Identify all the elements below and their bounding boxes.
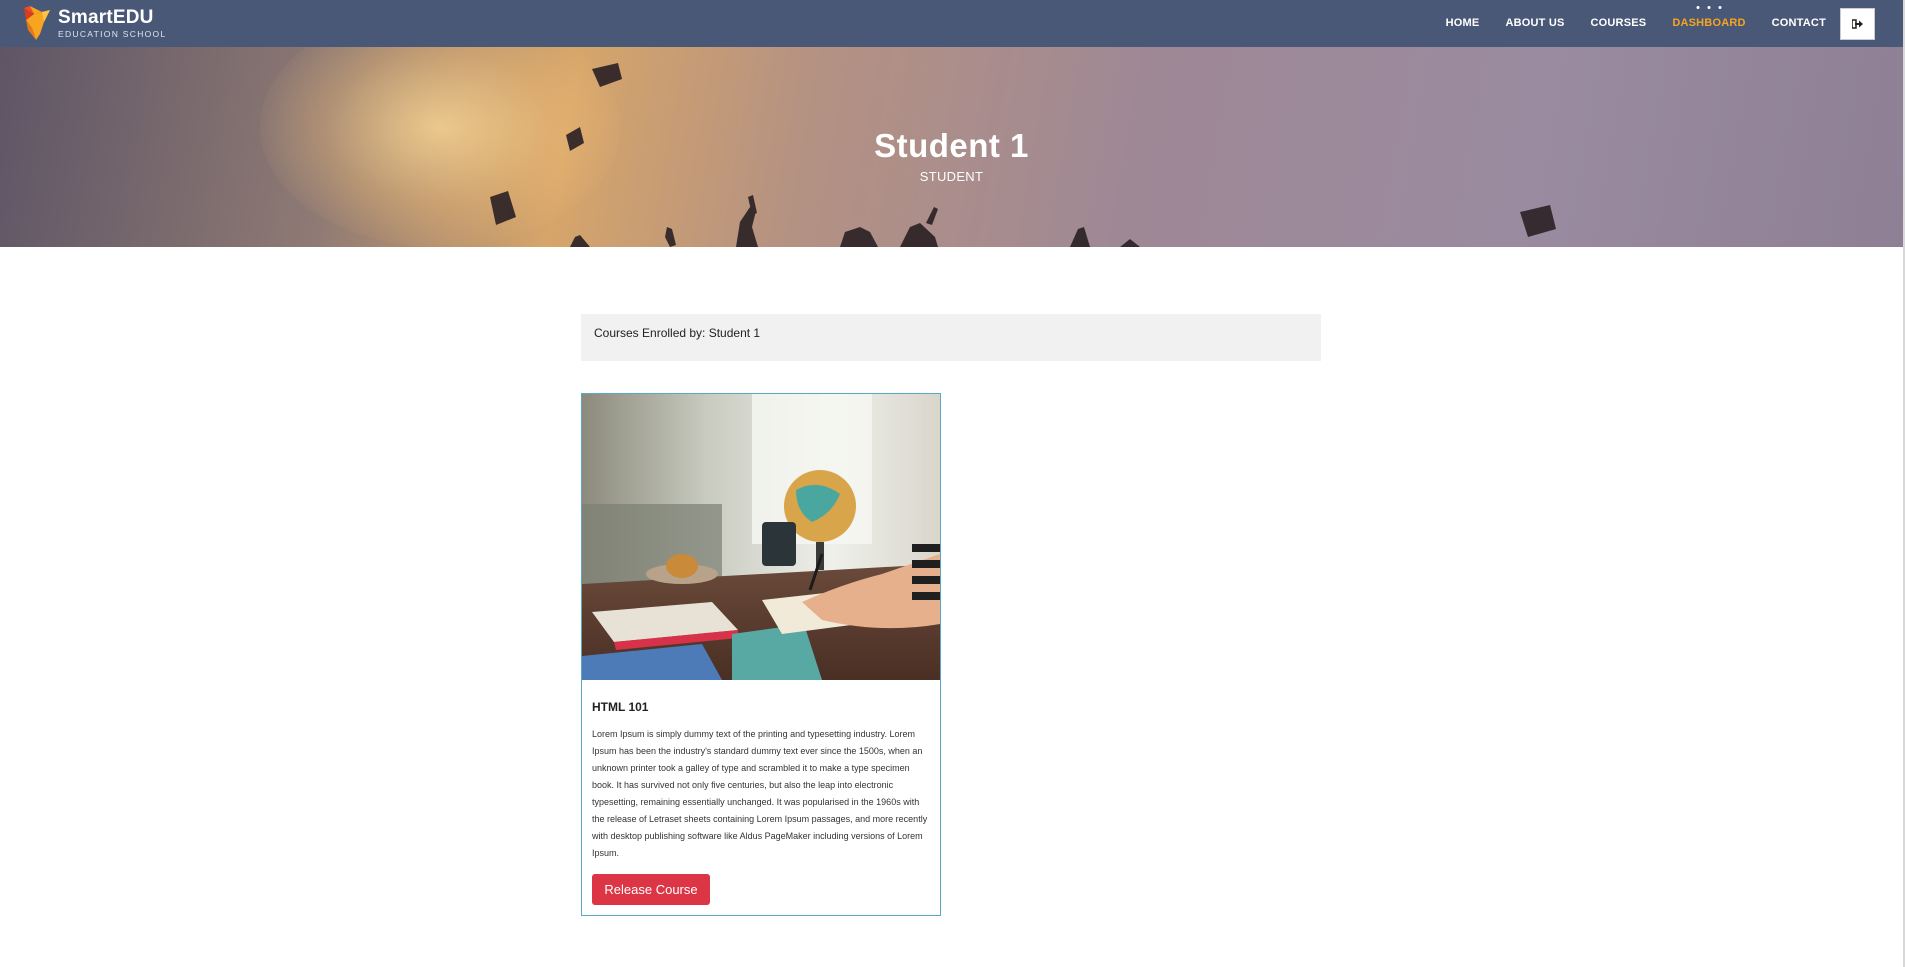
- course-description: Lorem Ipsum is simply dummy text of the …: [592, 729, 928, 858]
- active-indicator-dots: [1696, 6, 1722, 9]
- release-course-button[interactable]: Release Course: [592, 874, 710, 905]
- brand-name: SmartEDU: [58, 7, 154, 28]
- course-card: HTML 101 Lorem Ipsum is simply dummy tex…: [581, 393, 941, 916]
- page-hero-banner: Student 1 STUDENT: [0, 47, 1903, 247]
- smartedu-logo-icon: [24, 6, 50, 40]
- course-body: HTML 101 Lorem Ipsum is simply dummy tex…: [592, 700, 932, 862]
- nav-contact-link[interactable]: CONTACT: [1772, 0, 1826, 47]
- course-title: HTML 101: [592, 700, 649, 714]
- page-subtitle: STUDENT: [919, 169, 984, 184]
- sign-out-icon: [1852, 18, 1863, 29]
- nav-home-link[interactable]: HOME: [1446, 0, 1480, 47]
- page-title: Student 1: [874, 127, 1029, 164]
- logout-button[interactable]: [1840, 7, 1875, 40]
- brand-tagline: EDUCATION SCHOOL: [58, 29, 167, 39]
- top-navbar: SmartEDU EDUCATION SCHOOL HOME ABOUT US …: [0, 0, 1903, 47]
- nav-courses-link[interactable]: COURSES: [1591, 0, 1647, 47]
- course-image: [582, 394, 940, 680]
- nav-about-link[interactable]: ABOUT US: [1505, 0, 1564, 47]
- nav-dashboard-link[interactable]: DASHBOARD: [1672, 0, 1745, 47]
- brand-logo-link[interactable]: SmartEDU EDUCATION SCHOOL: [20, 4, 167, 44]
- nav-dashboard-label: DASHBOARD: [1672, 17, 1746, 29]
- course-photo-illustration: [582, 394, 940, 680]
- enrolled-courses-header: Courses Enrolled by: Student 1: [581, 314, 1321, 361]
- main-nav: HOME ABOUT US COURSES DASHBOARD CONTACT: [1420, 0, 1875, 47]
